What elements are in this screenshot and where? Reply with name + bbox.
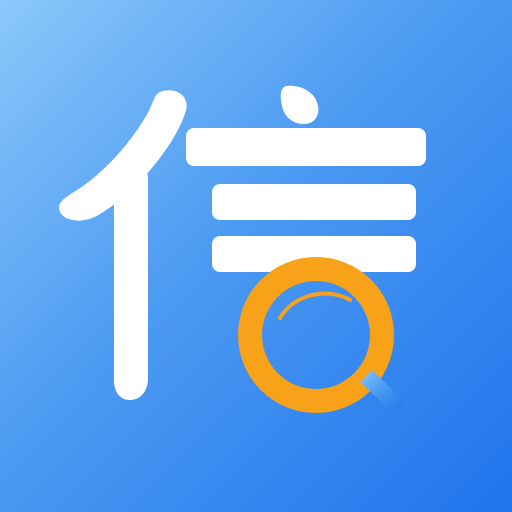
app-icon[interactable] <box>0 0 512 512</box>
glyph-bar-1 <box>186 128 426 166</box>
app-icon-graphic <box>0 0 512 512</box>
glyph-radical-vertical <box>114 170 148 400</box>
glyph-bar-2 <box>212 184 416 220</box>
